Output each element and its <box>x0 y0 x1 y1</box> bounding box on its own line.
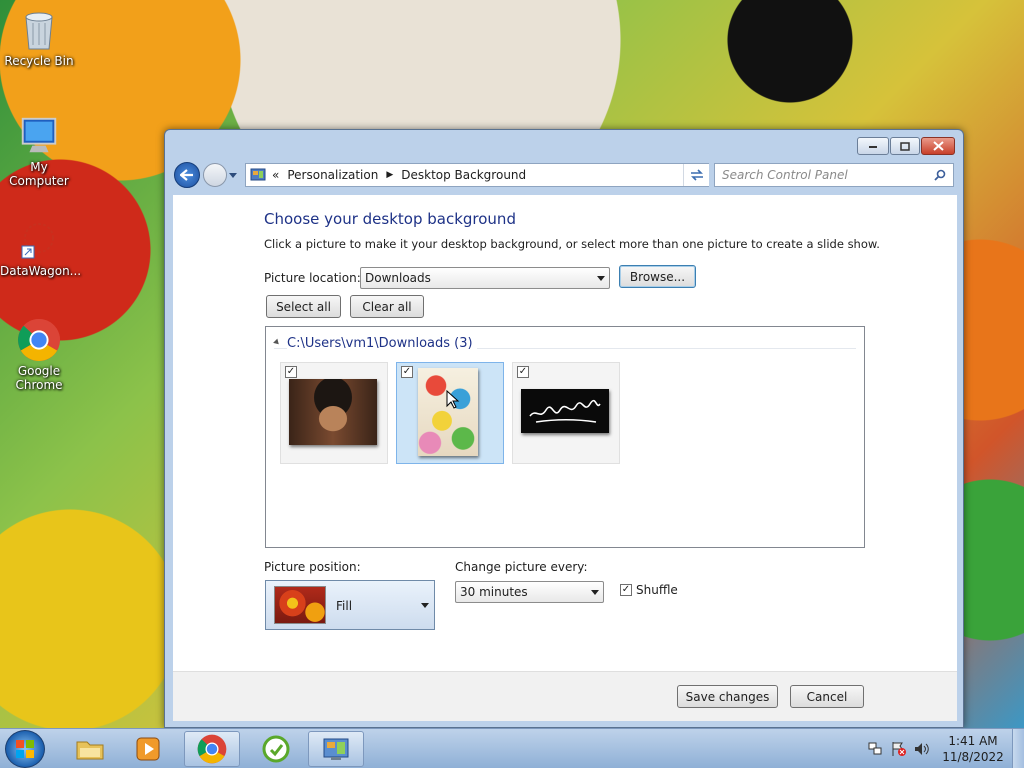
action-center-flag-icon[interactable] <box>891 741 907 757</box>
breadcrumb-prefix[interactable]: « <box>272 168 279 182</box>
control-panel-icon <box>323 738 349 760</box>
picture-position-value: Fill <box>336 599 353 613</box>
desktop-icon-label: My Computer <box>9 160 69 188</box>
chevron-down-icon <box>597 276 605 281</box>
shuffle-label[interactable]: Shuffle <box>636 583 678 597</box>
group-title: C:\Users\vm1\Downloads (3) <box>287 336 477 351</box>
picture-tile[interactable]: ✓ <box>280 362 388 464</box>
search-icon <box>934 169 946 181</box>
browse-label: Browse... <box>629 269 686 284</box>
select-all-label: Select all <box>276 299 331 314</box>
page-title: Choose your desktop background <box>264 210 516 228</box>
mouse-cursor-icon <box>446 390 460 409</box>
clock[interactable]: 1:41 AM 11/8/2022 <box>940 733 1006 765</box>
picture-location-value: Downloads <box>365 271 431 285</box>
volume-icon[interactable] <box>914 742 930 756</box>
clock-date: 11/8/2022 <box>942 750 1004 764</box>
breadcrumb-desktop-background[interactable]: Desktop Background <box>401 168 526 182</box>
taskbar: 1:41 AM 11/8/2022 <box>0 728 1024 768</box>
desktop-icon-label: Google Chrome <box>15 364 63 392</box>
desktop-icon-my-computer[interactable]: My Computer <box>0 114 78 188</box>
address-bar[interactable]: « Personalization ▶ Desktop Background <box>245 163 709 187</box>
recent-pages-dropdown[interactable] <box>229 173 237 178</box>
cartoon-collage-thumbnail <box>418 368 478 456</box>
picture-position-select[interactable]: Fill <box>265 580 435 630</box>
clear-all-button[interactable]: Clear all <box>350 295 424 318</box>
datawagon-icon <box>17 218 61 262</box>
shuffle-checkbox[interactable]: ✓ <box>620 584 632 596</box>
picture-checkbox[interactable]: ✓ <box>285 366 297 378</box>
back-button[interactable] <box>174 162 200 188</box>
folder-icon <box>76 741 104 760</box>
taskbar-chrome[interactable] <box>184 731 240 767</box>
chrome-icon <box>17 318 61 362</box>
breadcrumb-separator-icon: ▶ <box>386 170 394 180</box>
chevron-down-icon <box>421 603 429 608</box>
picture-location-label: Picture location: <box>264 271 361 285</box>
computer-icon <box>17 114 61 158</box>
desktop-icon-label: DataWagon... <box>0 264 82 278</box>
clock-time: 1:41 AM <box>948 734 998 748</box>
portrait-thumbnail <box>289 379 377 445</box>
green-app-icon <box>262 735 290 763</box>
refresh-button[interactable] <box>683 164 709 186</box>
change-picture-select[interactable]: 30 minutes <box>455 581 604 603</box>
taskbar-explorer[interactable] <box>62 731 118 767</box>
desktop-icon-google-chrome[interactable]: Google Chrome <box>0 318 78 392</box>
page-description: Click a picture to make it your desktop … <box>264 237 880 251</box>
collapse-triangle-icon <box>273 338 281 347</box>
group-header[interactable]: C:\Users\vm1\Downloads (3) <box>273 336 856 351</box>
chrome-icon <box>197 734 227 764</box>
control-panel-window: « Personalization ▶ Desktop Background S… <box>164 129 964 728</box>
picture-tile[interactable]: ✓ <box>396 362 504 464</box>
change-picture-label: Change picture every: <box>455 560 588 574</box>
media-player-icon <box>136 737 160 761</box>
recycle-bin-icon <box>17 8 61 52</box>
picture-checkbox[interactable]: ✓ <box>517 366 529 378</box>
back-arrow-icon <box>180 169 193 181</box>
change-picture-value: 30 minutes <box>460 585 528 599</box>
start-button[interactable] <box>5 730 45 768</box>
minimize-button[interactable] <box>857 137 889 155</box>
search-input[interactable]: Search Control Panel <box>714 163 954 187</box>
close-button[interactable] <box>921 137 955 155</box>
search-placeholder: Search Control Panel <box>722 168 848 182</box>
browse-button[interactable]: Browse... <box>619 265 696 288</box>
refresh-icon <box>690 169 703 181</box>
cancel-button[interactable]: Cancel <box>790 685 864 708</box>
minimize-icon <box>869 146 877 148</box>
select-all-button[interactable]: Select all <box>266 295 341 318</box>
clear-all-label: Clear all <box>362 299 412 314</box>
save-changes-label: Save changes <box>685 689 770 704</box>
picture-tile[interactable]: ✓ <box>512 362 620 464</box>
content-pane: Choose your desktop background Click a p… <box>173 195 957 671</box>
black-flag-thumbnail <box>521 389 609 433</box>
taskbar-media-player[interactable] <box>120 731 176 767</box>
show-desktop-button[interactable] <box>1012 729 1024 768</box>
breadcrumb-personalization[interactable]: Personalization <box>287 168 378 182</box>
forward-button[interactable] <box>203 163 227 187</box>
taskbar-app[interactable] <box>248 731 304 767</box>
maximize-button[interactable] <box>890 137 920 155</box>
calligraphy-icon <box>529 399 601 423</box>
maximize-icon <box>900 141 910 151</box>
picture-location-select[interactable]: Downloads <box>360 267 610 289</box>
control-panel-icon <box>250 168 266 181</box>
picture-position-label: Picture position: <box>264 560 361 574</box>
network-icon[interactable] <box>868 742 882 756</box>
desktop-icon-recycle-bin[interactable]: Recycle Bin <box>0 8 78 68</box>
taskbar-control-panel[interactable] <box>308 731 364 767</box>
picture-list: C:\Users\vm1\Downloads (3) ✓ ✓ ✓ <box>265 326 865 548</box>
cancel-label: Cancel <box>806 689 848 704</box>
chevron-down-icon <box>591 590 599 595</box>
close-icon <box>932 141 944 151</box>
desktop-icon-datawagon[interactable]: DataWagon... <box>0 218 82 278</box>
picture-checkbox[interactable]: ✓ <box>401 366 413 378</box>
windows-logo-icon <box>16 740 34 758</box>
save-changes-button[interactable]: Save changes <box>677 685 778 708</box>
dialog-footer: Save changes Cancel <box>173 671 957 721</box>
desktop-icon-label: Recycle Bin <box>4 54 74 68</box>
fill-preview-icon <box>274 586 326 624</box>
